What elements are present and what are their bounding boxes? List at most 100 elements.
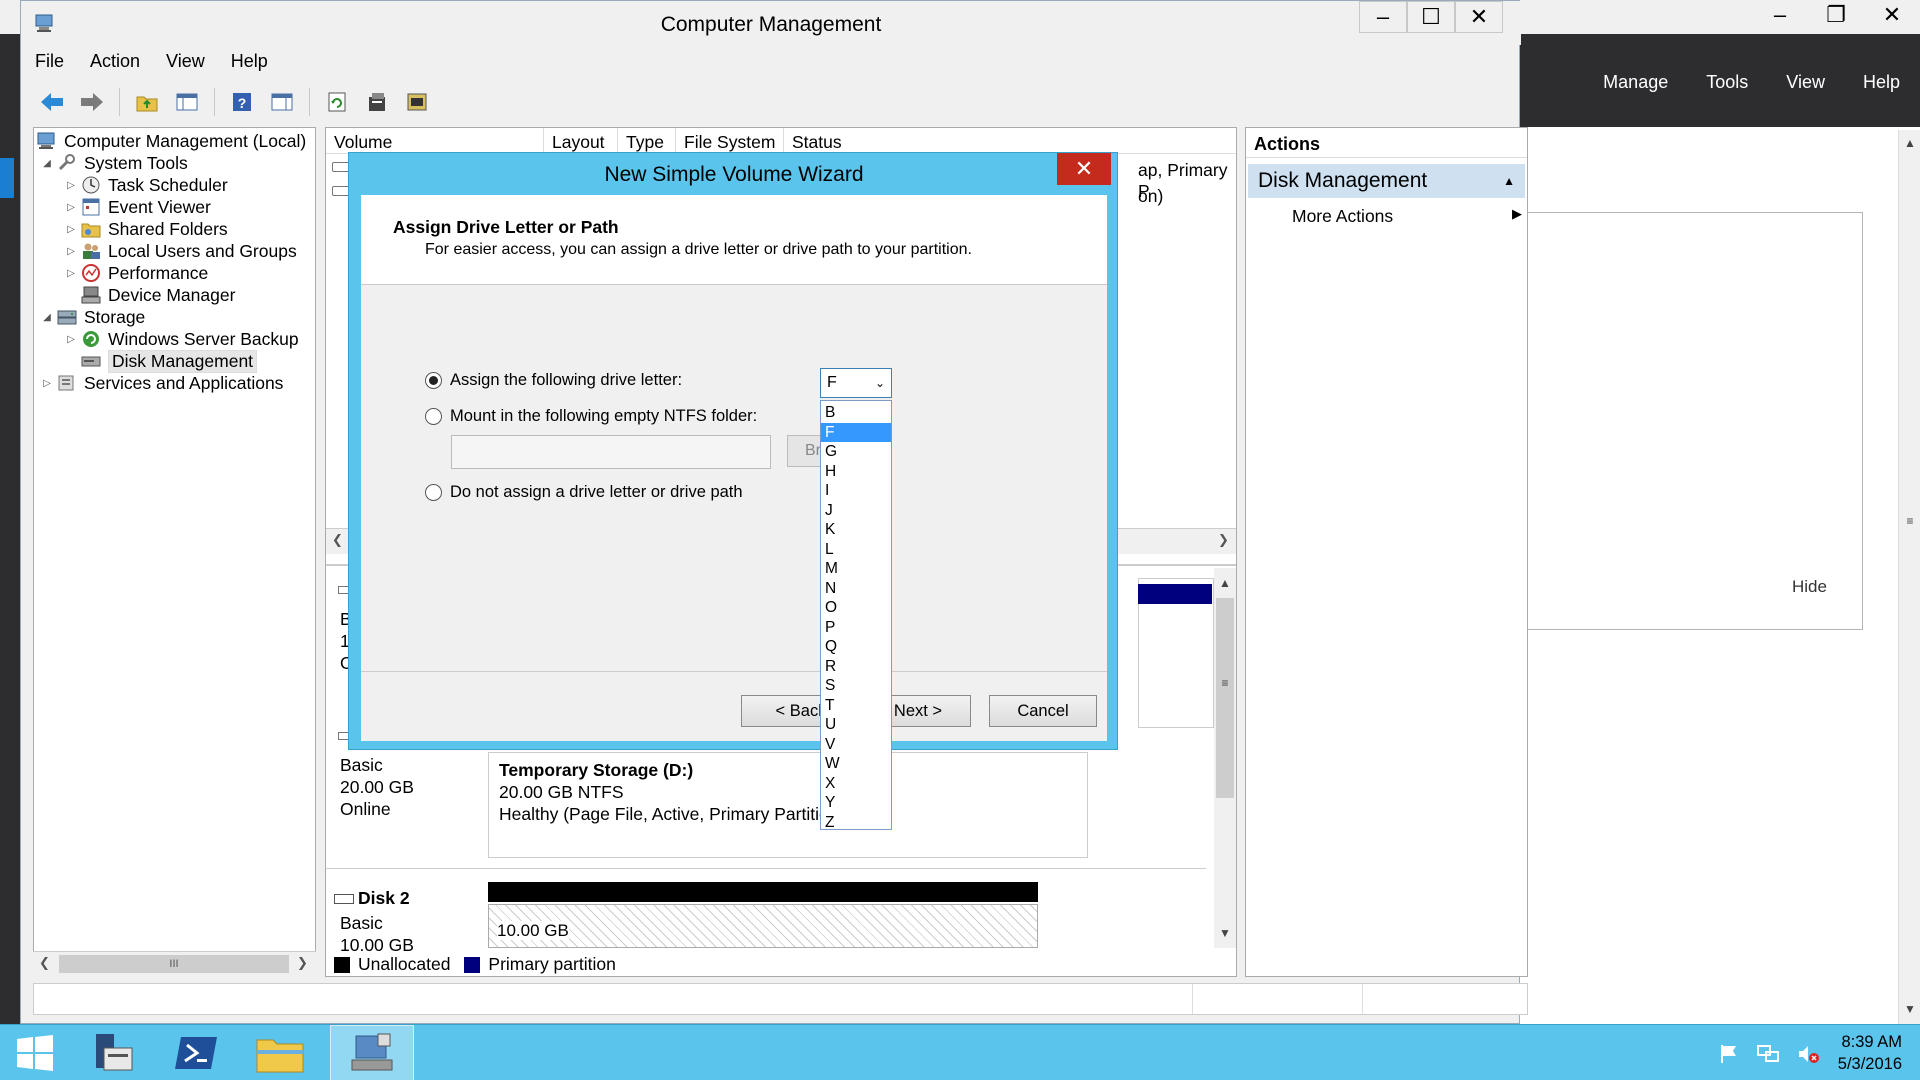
radio-selected-icon[interactable] xyxy=(425,372,442,389)
scroll-right-icon[interactable]: ❯ xyxy=(1218,532,1229,548)
column-type[interactable]: Type xyxy=(618,128,676,154)
menu-file[interactable]: File xyxy=(35,51,64,72)
hide-link[interactable]: Hide xyxy=(1792,577,1827,597)
drive-letter-option-m[interactable]: M xyxy=(821,559,891,579)
drive-letter-option-y[interactable]: Y xyxy=(821,793,891,813)
ntfs-folder-path-input[interactable] xyxy=(451,435,771,469)
collapse-up-icon[interactable]: ▲ xyxy=(1503,174,1515,188)
powershell-icon[interactable] xyxy=(154,1025,238,1080)
maximize-icon[interactable]: ☐ xyxy=(1407,1,1455,33)
close-icon[interactable]: ✕ xyxy=(1057,153,1111,185)
network-icon[interactable] xyxy=(1756,1043,1780,1070)
volume-muted-icon[interactable] xyxy=(1796,1043,1820,1070)
expand-arrow-icon[interactable]: ▷ xyxy=(62,334,80,345)
drive-letter-option-i[interactable]: I xyxy=(821,481,891,501)
menu-action[interactable]: Action xyxy=(90,51,140,72)
drive-letter-option-r[interactable]: R xyxy=(821,657,891,677)
radio-assign-drive-letter[interactable]: Assign the following drive letter: xyxy=(425,371,682,390)
expand-arrow-icon[interactable]: ▷ xyxy=(62,246,80,257)
expand-arrow-icon[interactable]: ▷ xyxy=(62,202,80,213)
drive-letter-option-o[interactable]: O xyxy=(821,598,891,618)
drive-letter-option-g[interactable]: G xyxy=(821,442,891,462)
drive-letter-option-h[interactable]: H xyxy=(821,462,891,482)
server-manager-scrollbar[interactable]: ▲ ≡ ▼ xyxy=(1898,130,1920,1024)
drive-letter-option-s[interactable]: S xyxy=(821,676,891,696)
chevron-down-icon[interactable]: ⌄ xyxy=(875,376,885,390)
drive-letter-select[interactable]: F ⌄ xyxy=(820,368,892,398)
column-volume[interactable]: Volume xyxy=(326,128,544,154)
help-icon[interactable]: ? xyxy=(225,86,259,118)
radio-mount-ntfs-folder[interactable]: Mount in the following empty NTFS folder… xyxy=(425,407,757,426)
drive-letter-option-v[interactable]: V xyxy=(821,735,891,755)
scroll-down-icon[interactable]: ▼ xyxy=(1899,998,1920,1020)
drive-letter-option-n[interactable]: N xyxy=(821,579,891,599)
scroll-up-icon[interactable]: ▲ xyxy=(1214,572,1236,594)
close-icon[interactable]: ✕ xyxy=(1864,0,1920,30)
tree-horizontal-scrollbar[interactable]: ❮ III ❯ xyxy=(33,951,316,977)
properties-icon[interactable] xyxy=(360,86,394,118)
scroll-thumb[interactable] xyxy=(1216,598,1234,798)
radio-no-drive-letter[interactable]: Do not assign a drive letter or drive pa… xyxy=(425,483,743,502)
wizard-tool-icon[interactable] xyxy=(400,86,434,118)
server-manager-taskbar-icon[interactable] xyxy=(70,1025,154,1080)
restore-icon[interactable]: ❐ xyxy=(1808,0,1864,30)
drive-letter-option-w[interactable]: W xyxy=(821,754,891,774)
flag-icon[interactable] xyxy=(1718,1043,1740,1070)
menu-tools[interactable]: Tools xyxy=(1706,72,1748,93)
minimize-icon[interactable]: – xyxy=(1359,1,1407,33)
scroll-thumb[interactable]: III xyxy=(59,955,289,973)
close-icon[interactable]: ✕ xyxy=(1455,1,1503,33)
disk1-info[interactable]: Basic 20.00 GB Online xyxy=(340,754,414,820)
collapse-arrow-icon[interactable]: ◢ xyxy=(38,312,56,323)
drive-letter-option-u[interactable]: U xyxy=(821,715,891,735)
drive-letter-option-p[interactable]: P xyxy=(821,618,891,638)
drive-letter-dropdown-list[interactable]: BFGHIJKLMNOPQRSTUVWXYZ xyxy=(820,400,892,833)
up-folder-icon[interactable] xyxy=(130,86,164,118)
menu-view[interactable]: View xyxy=(1786,72,1825,93)
menu-help[interactable]: Help xyxy=(231,51,268,72)
file-explorer-icon[interactable] xyxy=(238,1025,322,1080)
refresh-icon[interactable] xyxy=(320,86,354,118)
drive-letter-option-q[interactable]: Q xyxy=(821,637,891,657)
cancel-button[interactable]: Cancel xyxy=(989,695,1097,727)
tree-item-services[interactable]: ▷ Services and Applications xyxy=(38,370,283,396)
drive-letter-option-l[interactable]: L xyxy=(821,540,891,560)
start-windows-icon[interactable] xyxy=(0,1025,70,1080)
expand-arrow-icon[interactable]: ▷ xyxy=(38,378,56,389)
radio-unselected-icon[interactable] xyxy=(425,408,442,425)
drive-letter-option-x[interactable]: X xyxy=(821,774,891,794)
drive-letter-option-k[interactable]: K xyxy=(821,520,891,540)
menu-view[interactable]: View xyxy=(166,51,205,72)
disk2-unallocated-block[interactable]: 10.00 GB xyxy=(488,904,1038,948)
scroll-down-icon[interactable]: ▼ xyxy=(1214,922,1236,944)
expand-arrow-icon[interactable]: ▷ xyxy=(62,268,80,279)
expand-arrow-icon[interactable]: ▷ xyxy=(62,180,80,191)
forward-arrow-icon[interactable] xyxy=(75,86,109,118)
column-file-system[interactable]: File System xyxy=(676,128,784,154)
radio-unselected-icon[interactable] xyxy=(425,484,442,501)
scroll-left-icon[interactable]: ❮ xyxy=(39,955,50,971)
scroll-grip-icon[interactable]: ≡ xyxy=(1899,510,1920,532)
disk-view-scrollbar[interactable]: ▲ ≡ ▼ xyxy=(1214,568,1236,948)
show-hide-tree-icon[interactable] xyxy=(170,86,204,118)
menu-help[interactable]: Help xyxy=(1863,72,1900,93)
scroll-left-icon[interactable]: ❮ xyxy=(332,532,343,548)
menu-manage[interactable]: Manage xyxy=(1603,72,1668,93)
drive-letter-option-f[interactable]: F xyxy=(821,422,891,442)
expand-arrow-icon[interactable]: ▷ xyxy=(62,224,80,235)
disk2-header[interactable]: Disk 2 xyxy=(334,888,410,909)
computer-management-taskbar-icon[interactable] xyxy=(330,1025,414,1080)
show-hide-action-pane-icon[interactable] xyxy=(265,86,299,118)
drive-letter-option-b[interactable]: B xyxy=(821,403,891,423)
disk1-volume-block[interactable]: Temporary Storage (D:) 20.00 GB NTFS Hea… xyxy=(488,752,1088,858)
minimize-icon[interactable]: – xyxy=(1752,0,1808,30)
back-arrow-icon[interactable] xyxy=(35,86,69,118)
collapse-arrow-icon[interactable]: ◢ xyxy=(38,158,56,169)
column-status[interactable]: Status xyxy=(784,128,1084,154)
actions-section-disk-management[interactable]: Disk Management ▲ xyxy=(1248,164,1525,198)
scroll-up-icon[interactable]: ▲ xyxy=(1899,132,1920,154)
taskbar-clock[interactable]: 8:39 AM 5/3/2016 xyxy=(1838,1031,1902,1075)
drive-letter-option-t[interactable]: T xyxy=(821,696,891,716)
column-layout[interactable]: Layout xyxy=(544,128,618,154)
drive-letter-option-z[interactable]: Z xyxy=(821,813,891,833)
